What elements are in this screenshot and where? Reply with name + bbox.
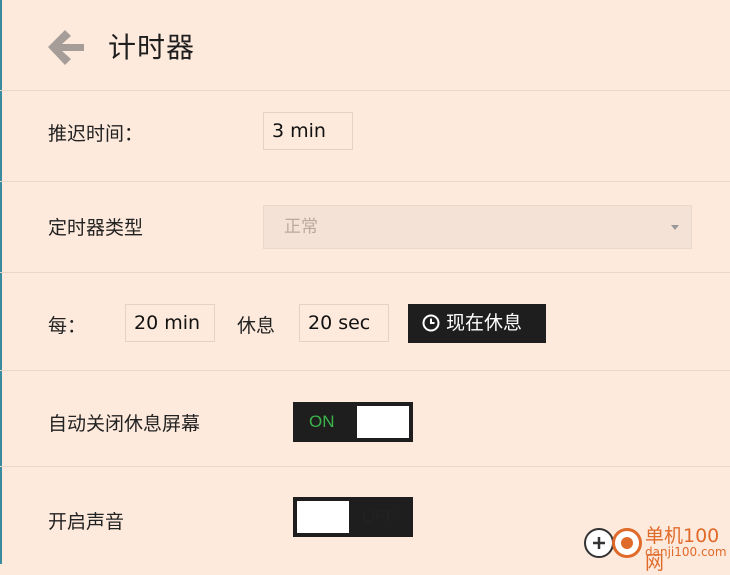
break-interval-row: 每： 20 min 休息 20 sec 现在休息: [0, 273, 730, 371]
toggle-knob: [297, 501, 349, 533]
clock-icon: [422, 307, 440, 346]
page-title: 计时器: [108, 31, 196, 64]
delay-setting-row: 推迟时间： 3 min: [0, 91, 730, 182]
chevron-down-icon: [671, 225, 679, 230]
rest-now-button[interactable]: 现在休息: [408, 304, 546, 343]
timer-type-label: 定时器类型: [48, 217, 144, 239]
arrow-left-icon: [48, 30, 84, 65]
auto-close-row: 自动关闭休息屏幕 ON: [0, 371, 730, 467]
timer-type-row: 定时器类型 正常: [0, 182, 730, 273]
timer-type-select[interactable]: 正常: [263, 205, 692, 249]
sound-label: 开启声音: [48, 511, 125, 533]
watermark-url: danji100.com: [645, 545, 727, 559]
auto-close-toggle[interactable]: ON: [293, 402, 413, 442]
rest-duration-input[interactable]: 20 sec: [299, 304, 389, 342]
every-label: 每：: [48, 315, 87, 337]
delay-input[interactable]: 3 min: [263, 112, 353, 150]
toggle-state-on: ON: [309, 412, 335, 431]
every-interval-input[interactable]: 20 min: [125, 304, 215, 342]
sound-toggle[interactable]: OFF: [293, 497, 413, 537]
back-button[interactable]: [46, 28, 86, 66]
auto-close-label: 自动关闭休息屏幕: [48, 413, 201, 435]
delay-label: 推迟时间：: [48, 123, 144, 145]
target-icon: [612, 528, 642, 558]
plus-icon: [584, 528, 614, 558]
page-header: 计时器: [0, 0, 730, 91]
toggle-state-off: OFF: [362, 507, 396, 526]
rest-label: 休息: [237, 315, 276, 337]
toggle-knob: [357, 406, 409, 438]
timer-type-selected-value: 正常: [284, 217, 318, 237]
rest-now-label: 现在休息: [446, 312, 523, 334]
watermark: 单机100网 danji100.com: [578, 518, 730, 574]
